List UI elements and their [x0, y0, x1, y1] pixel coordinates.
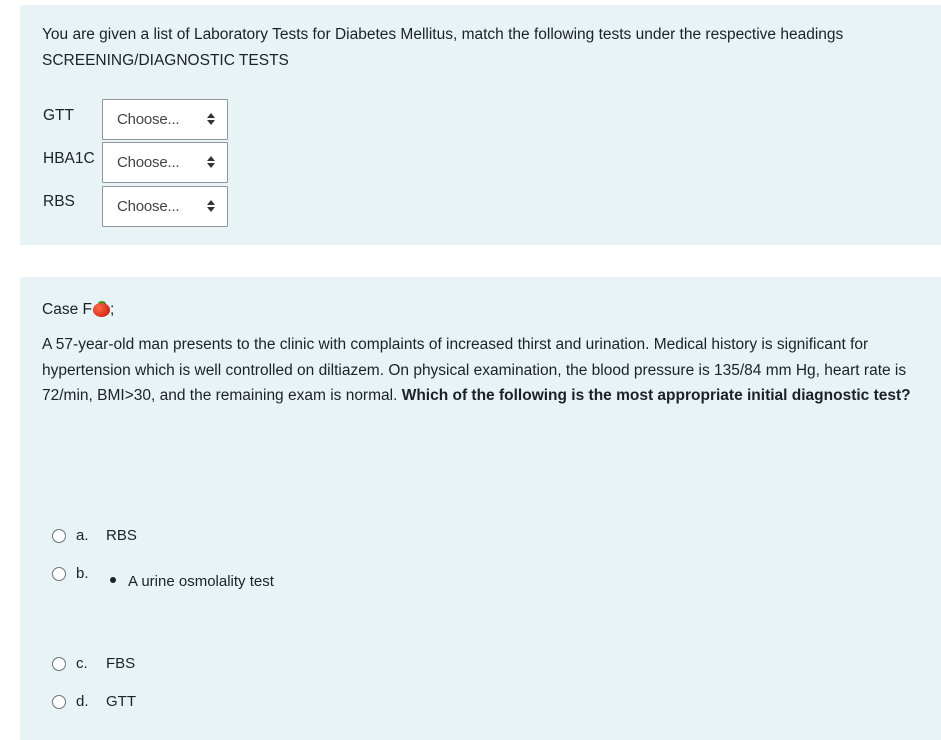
question-text-line2: SCREENING/DIAGNOSTIC TESTS [42, 51, 289, 69]
option-text: A urine osmolality test [128, 573, 274, 590]
case-stem: A 57-year-old man presents to the clinic… [42, 332, 927, 409]
rbs-select[interactable]: Choose... [102, 186, 228, 227]
option-letter: c. [76, 655, 88, 672]
option-letter: b. [76, 565, 89, 582]
matching-question-panel: You are given a list of Laboratory Tests… [20, 5, 941, 245]
case-heading: Case F; [42, 301, 114, 319]
option-bullet-list: A urine osmolality test [106, 573, 274, 590]
radio-button[interactable] [52, 529, 66, 543]
match-label-rbs: RBS [43, 193, 75, 210]
match-label-gtt: GTT [43, 107, 74, 124]
select-arrows-icon [207, 200, 215, 214]
question-text: You are given a list of Laboratory Tests… [42, 22, 927, 73]
select-value: Choose... [117, 111, 180, 128]
option-letter: d. [76, 693, 89, 710]
select-arrows-icon [207, 156, 215, 170]
bullet-icon [110, 577, 116, 583]
case-suffix: ; [109, 301, 115, 318]
radio-button[interactable] [52, 657, 66, 671]
select-arrows-icon [207, 113, 215, 127]
question-text-line1: You are given a list of Laboratory Tests… [42, 26, 844, 43]
case-prefix: Case F [42, 301, 92, 318]
multiple-choice-question-panel: Case F; A 57-year-old man presents to th… [20, 277, 941, 740]
match-label-hba1c: HBA1C [43, 150, 95, 167]
option-letter: a. [76, 527, 89, 544]
select-value: Choose... [117, 198, 180, 215]
select-value: Choose... [117, 154, 180, 171]
radio-button[interactable] [52, 567, 66, 581]
gtt-select[interactable]: Choose... [102, 99, 228, 140]
case-stem-question: Which of the following is the most appro… [401, 387, 911, 404]
radio-button[interactable] [52, 695, 66, 709]
option-text: FBS [106, 655, 136, 672]
tomato-icon [92, 301, 110, 317]
option-text: GTT [106, 693, 136, 710]
option-text: RBS [106, 527, 137, 544]
hba1c-select[interactable]: Choose... [102, 142, 228, 183]
